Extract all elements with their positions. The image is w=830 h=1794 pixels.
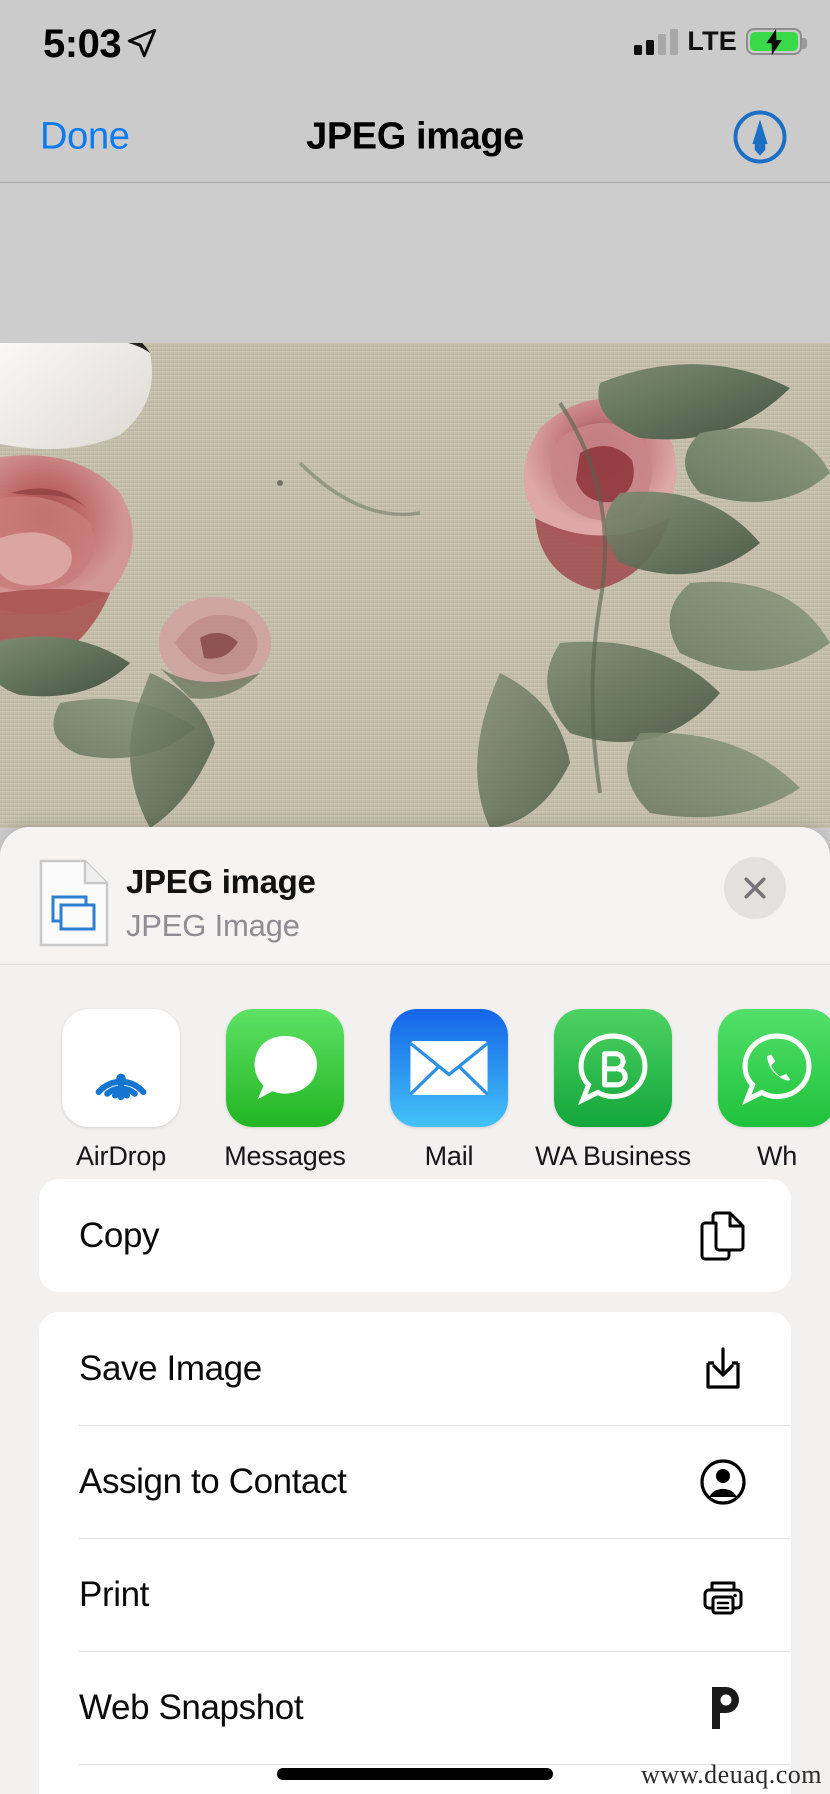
location-arrow-icon <box>125 26 159 60</box>
file-subtitle: JPEG Image <box>126 908 316 944</box>
action-label: Print <box>79 1575 697 1615</box>
web-snapshot-p-icon <box>697 1682 749 1734</box>
primary-action-card: Copy <box>39 1179 791 1292</box>
share-app-row[interactable]: AirDrop Messages Mail <box>0 965 830 1179</box>
close-button[interactable] <box>724 857 786 919</box>
save-download-icon <box>697 1343 749 1395</box>
home-indicator <box>277 1768 553 1780</box>
person-circle-icon <box>697 1456 749 1508</box>
share-sheet-header: JPEG image JPEG Image <box>0 827 830 965</box>
action-list-card: Save Image Assign to Contact <box>39 1312 791 1794</box>
navigation-bar: Done JPEG image <box>0 92 830 183</box>
status-bar: 5:03 LTE <box>0 0 830 92</box>
action-row-assign-to-contact[interactable]: Assign to Contact <box>39 1425 791 1538</box>
messages-icon <box>245 1028 325 1108</box>
status-time: 5:03 <box>43 22 121 67</box>
charging-bolt-icon <box>763 29 785 55</box>
share-target-wa-business[interactable]: WA Business <box>531 1009 695 1172</box>
share-target-label: Mail <box>425 1141 474 1172</box>
action-label: Web Snapshot <box>79 1688 697 1728</box>
file-title: JPEG image <box>126 863 316 901</box>
action-label: Save Image <box>79 1349 697 1389</box>
action-row-print[interactable]: Print <box>39 1538 791 1651</box>
action-row-save-image[interactable]: Save Image <box>39 1312 791 1425</box>
share-sheet: JPEG image JPEG Image <box>0 827 830 1794</box>
mail-icon <box>408 1037 490 1099</box>
airdrop-icon <box>78 1025 164 1111</box>
action-row-copy[interactable]: Copy <box>39 1179 791 1292</box>
site-watermark: www.deuaq.com <box>641 1760 822 1790</box>
page-title: JPEG image <box>0 116 830 159</box>
close-icon <box>740 873 770 903</box>
jpeg-document-icon <box>39 859 109 947</box>
share-target-label: Messages <box>224 1141 345 1172</box>
share-target-whatsapp[interactable]: Wh <box>695 1009 830 1172</box>
phone-screen: 5:03 LTE Done JPEG image <box>0 0 830 1794</box>
share-target-mail[interactable]: Mail <box>367 1009 531 1172</box>
whatsapp-icon <box>735 1026 819 1110</box>
file-info: JPEG image JPEG Image <box>126 863 316 944</box>
network-type-label: LTE <box>687 26 737 57</box>
status-right-cluster: LTE <box>634 26 802 57</box>
action-row-web-snapshot[interactable]: Web Snapshot <box>39 1651 791 1764</box>
share-target-airdrop[interactable]: AirDrop <box>39 1009 203 1172</box>
share-target-label: WA Business <box>535 1141 691 1172</box>
cellular-signal-icon <box>634 29 678 55</box>
whatsapp-business-icon <box>571 1026 655 1110</box>
battery-icon <box>746 28 802 55</box>
action-label: Copy <box>79 1216 697 1256</box>
printer-icon <box>697 1569 749 1621</box>
markup-pen-icon[interactable] <box>732 109 788 165</box>
action-label: Assign to Contact <box>79 1462 697 1502</box>
share-target-messages[interactable]: Messages <box>203 1009 367 1172</box>
copy-icon <box>697 1210 749 1262</box>
share-target-label: AirDrop <box>76 1141 166 1172</box>
share-target-label: Wh <box>757 1141 797 1172</box>
photo-floral-fabric <box>0 343 830 828</box>
